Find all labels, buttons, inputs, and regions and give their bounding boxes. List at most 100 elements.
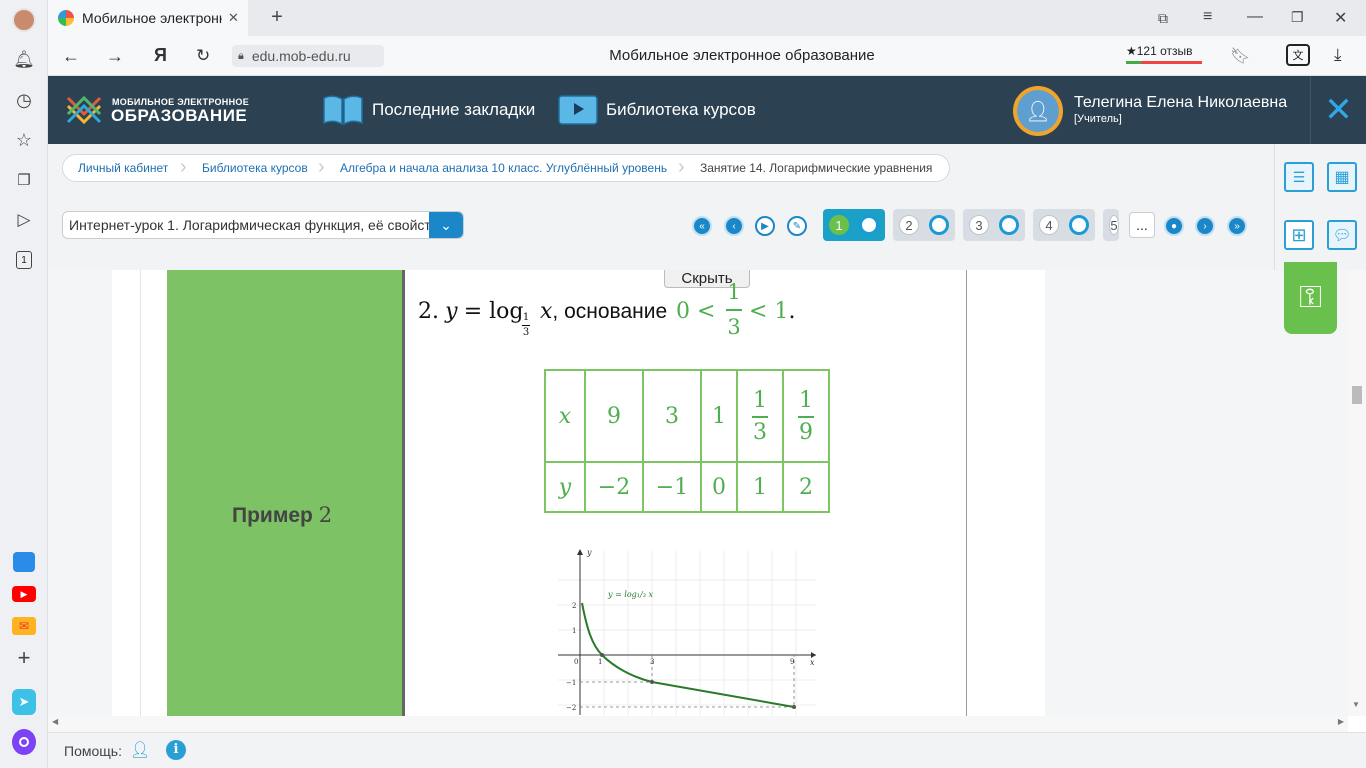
table-header-x: x — [544, 369, 586, 463]
play-page-icon[interactable]: ▶ — [755, 216, 775, 236]
notebook-icon[interactable]: ☰ — [1284, 162, 1314, 192]
formula-base-den: 3 — [522, 327, 530, 338]
messenger-icon[interactable]: ➤ — [12, 689, 36, 715]
youtube-icon[interactable]: ▶ — [12, 582, 36, 606]
add-panel-icon[interactable]: + — [12, 645, 36, 670]
first-page-icon[interactable]: « — [692, 216, 712, 236]
scroll-down-icon[interactable]: ▼ — [1352, 700, 1360, 709]
info-icon[interactable]: i — [166, 740, 186, 760]
page-number: 4 — [1039, 215, 1059, 235]
user-name[interactable]: Телегина Елена Николаевна — [1074, 94, 1287, 112]
star-icon[interactable]: ☆ — [12, 128, 36, 152]
close-window-icon[interactable]: ✕ — [1334, 8, 1347, 28]
bookmarks-label: Последние закладки — [372, 100, 536, 119]
hide-button-label: Скрыть — [681, 270, 733, 287]
values-table: x 9 3 1 13 19 y −2 −1 0 1 2 — [544, 369, 830, 513]
bell-icon[interactable]: 🔔︎ — [12, 48, 36, 72]
support-person-icon[interactable]: 👤︎ — [130, 740, 150, 760]
reviews-badge[interactable]: ★121 отзыв — [1126, 44, 1202, 64]
table-cell: 13 — [736, 369, 784, 463]
table-cell: −1 — [642, 461, 702, 513]
history-icon[interactable]: ◷ — [12, 88, 36, 112]
site-favicon-icon — [58, 10, 74, 26]
translate-icon[interactable]: 文 — [1286, 44, 1310, 66]
scroll-thumb[interactable] — [1352, 386, 1362, 404]
scroll-right-icon[interactable]: ▶ — [1338, 717, 1344, 726]
bookmark-icon[interactable]: 🔖︎ — [1230, 46, 1250, 66]
formula-cond-right: < 1. — [749, 299, 796, 324]
breadcrumb-separator-icon: › — [180, 156, 187, 178]
site-logo-icon[interactable] — [64, 90, 104, 130]
current-page-dot-icon[interactable]: ● — [1164, 216, 1184, 236]
recent-bookmarks-link[interactable]: Последние закладки — [322, 76, 535, 144]
page-status-icon — [1069, 215, 1089, 235]
close-tab-icon[interactable]: ✕ — [228, 10, 239, 26]
table-cell: 1 — [700, 369, 738, 463]
market-icon[interactable] — [12, 550, 36, 574]
breadcrumb-separator-icon: › — [678, 156, 685, 178]
prev-page-icon[interactable]: ‹ — [724, 216, 744, 236]
browser-tab[interactable]: Мобильное электронное образование ✕ — [48, 0, 248, 36]
vertical-scrollbar[interactable]: ▼ — [1348, 270, 1366, 716]
horizontal-scrollbar[interactable]: ◀ ▶ — [48, 716, 1348, 732]
page-status-icon — [999, 215, 1019, 235]
minimize-icon[interactable]: — — [1247, 8, 1263, 26]
formula: 2. y = log — [418, 298, 523, 324]
mail-icon[interactable]: ✉ — [12, 614, 36, 638]
more-pages-button[interactable]: ... — [1129, 212, 1155, 238]
formula-number: 2. — [418, 299, 439, 324]
new-tab-button[interactable]: + — [266, 6, 288, 28]
chevron-down-icon[interactable]: ⌄ — [429, 212, 463, 238]
page-button-1[interactable]: 1 — [823, 209, 885, 241]
yandex-icon[interactable]: Я — [154, 45, 167, 66]
page-button-4[interactable]: 4 — [1033, 209, 1095, 241]
forward-icon[interactable]: → — [106, 46, 124, 67]
page-status-icon — [929, 215, 949, 235]
next-page-icon[interactable]: › — [1195, 216, 1215, 236]
reload-icon[interactable]: ↻ — [196, 46, 210, 66]
last-page-icon[interactable]: » — [1227, 216, 1247, 236]
course-library-link[interactable]: Библиотека курсов — [558, 76, 756, 144]
user-icon: 👤︎ — [1017, 90, 1059, 132]
restore-icon[interactable]: ❐ — [1291, 9, 1304, 26]
user-avatar[interactable]: 👤︎ — [1013, 86, 1063, 136]
page-number: 3 — [969, 215, 989, 235]
page-title: Мобильное электронное образование — [609, 47, 875, 64]
download-icon[interactable]: ⤓ — [1334, 45, 1342, 65]
tab-counter-icon[interactable]: 1 — [12, 248, 36, 272]
breadcrumb-separator-icon: › — [318, 156, 325, 178]
play-icon[interactable]: ▷ — [12, 208, 36, 232]
page-button-3[interactable]: 3 — [963, 209, 1025, 241]
close-icon[interactable]: ✕ — [1310, 76, 1366, 144]
menu-icon[interactable]: ≡ — [1203, 8, 1212, 26]
key-icon[interactable]: ⚿ — [1284, 262, 1337, 334]
alice-icon[interactable] — [12, 729, 36, 755]
back-icon[interactable]: ← — [62, 46, 80, 67]
page-number: 2 — [899, 215, 919, 235]
ellipsis-text: ... — [1136, 217, 1148, 233]
tab-panels-icon[interactable]: ⧉ — [1158, 10, 1168, 27]
tick-label: 2 — [572, 602, 576, 610]
profile-avatar[interactable] — [12, 8, 36, 32]
breadcrumb-item[interactable]: Алгебра и начала анализа 10 класс. Углуб… — [326, 156, 682, 180]
help-label: Помощь: — [64, 743, 122, 759]
scroll-left-icon[interactable]: ◀ — [52, 717, 58, 726]
breadcrumb-item: Занятие 14. Логарифмические уравнения — [686, 156, 947, 180]
axis-x-label: x — [810, 658, 815, 667]
lock-icon: 🔒︎ — [238, 49, 244, 62]
formula-base-num: 1 — [522, 312, 530, 323]
lesson-select[interactable]: Интернет-урок 1. Логарифмическая функция… — [62, 211, 464, 239]
table-icon[interactable]: ▦ — [1327, 162, 1357, 192]
breadcrumb-item[interactable]: Личный кабинет — [64, 156, 183, 180]
table-cell: −2 — [584, 461, 644, 513]
url-field[interactable]: 🔒︎ edu.mob-edu.ru — [232, 45, 384, 67]
grid-icon[interactable]: ⊞ — [1284, 220, 1314, 250]
page-button-5[interactable]: 5 — [1103, 209, 1119, 241]
collections-icon[interactable]: ❐ — [12, 168, 36, 192]
page-button-2[interactable]: 2 — [893, 209, 955, 241]
function-graph: y x y = log₁/₃ x 0 1 3 9 1 −1 −2 2 — [558, 548, 816, 715]
breadcrumb-item[interactable]: Библиотека курсов — [188, 156, 322, 180]
pen-icon[interactable]: ✎ — [787, 216, 807, 236]
example-label: Пример 2 — [232, 503, 332, 528]
chat-icon[interactable]: 💬︎ — [1327, 220, 1357, 250]
